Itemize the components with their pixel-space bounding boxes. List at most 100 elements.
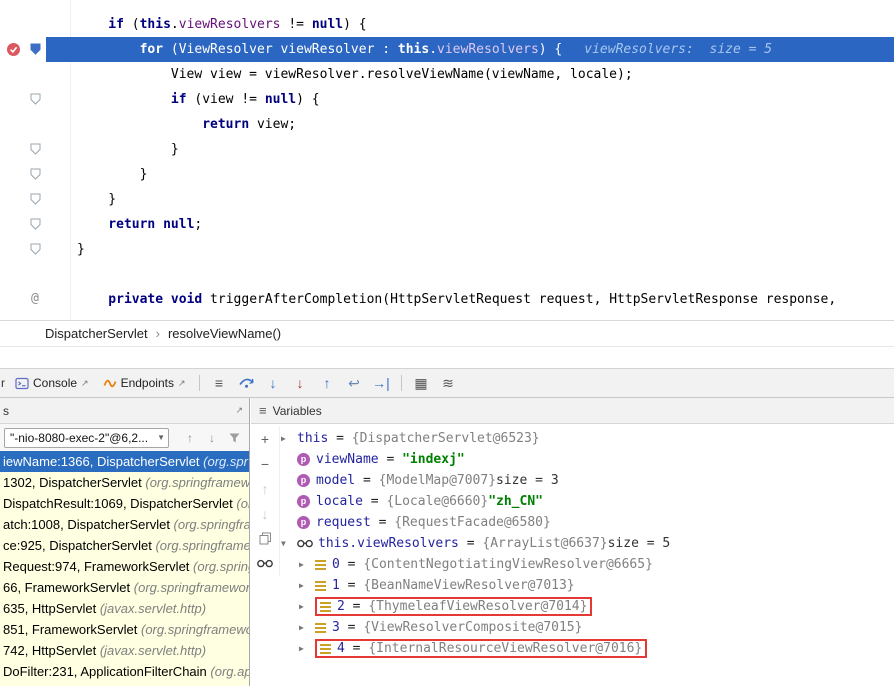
restore-layout-icon[interactable]: ≡ <box>206 369 233 397</box>
frame-row[interactable]: DispatchResult:1069, DispatcherServlet (… <box>0 493 249 514</box>
frame-nav-icons: ↑↓ <box>179 428 245 448</box>
mute-breakpoints-icon[interactable]: ≋ <box>435 369 462 397</box>
list-element-icon <box>315 560 326 570</box>
add-watch-icon[interactable]: + <box>251 426 279 451</box>
variable-string-value: "indexj" <box>402 452 465 467</box>
step-over-icon[interactable] <box>233 369 260 397</box>
code-line[interactable]: if (view != null) { <box>0 87 894 112</box>
clipped-tab-text: r <box>1 376 5 390</box>
clipped-panel-text: s <box>3 404 9 418</box>
equals-sign: = <box>355 473 378 488</box>
variable-row[interactable]: ▼this.viewResolvers = {ArrayList@6637} s… <box>281 533 894 554</box>
equals-sign: = <box>459 536 482 551</box>
remove-watch-icon[interactable]: − <box>251 451 279 476</box>
code-line[interactable]: return view; <box>0 112 894 137</box>
code-line[interactable]: } <box>0 237 894 262</box>
code-line[interactable]: View view = viewResolver.resolveViewName… <box>0 62 894 87</box>
variable-row[interactable]: prequest = {RequestFacade@6580} <box>281 512 894 533</box>
variable-row[interactable]: ▶this = {DispatcherServlet@6523} <box>281 428 894 449</box>
previous-frame-icon[interactable]: ↑ <box>179 428 201 448</box>
watch-glasses-icon <box>297 539 313 548</box>
variable-name: 1 <box>332 578 340 593</box>
next-frame-icon[interactable]: ↓ <box>201 428 223 448</box>
code-line[interactable]: } <box>0 162 894 187</box>
frame-row[interactable]: 1302, DispatcherServlet (org.springframe… <box>0 472 249 493</box>
step-out-icon[interactable]: ↑ <box>314 369 341 397</box>
parameter-icon: p <box>297 474 310 487</box>
ide-window: @ if (this.viewResolvers != null) {for (… <box>0 0 894 686</box>
frame-row[interactable]: atch:1008, DispatcherServlet (org.spring… <box>0 514 249 535</box>
code-line[interactable]: for (ViewResolver viewResolver : this.vi… <box>0 37 894 62</box>
frame-row[interactable]: 742, HttpServlet (javax.servlet.http) <box>0 640 249 661</box>
debug-toolbar: r Console↗Endpoints↗ ≡↓↓↑↩→|▦≋ <box>0 368 894 398</box>
code-line[interactable]: } <box>0 137 894 162</box>
list-element-icon <box>320 644 331 654</box>
variable-row[interactable]: ▶2 = {ThymeleafViewResolver@7014} <box>299 596 894 617</box>
breadcrumb-item[interactable]: resolveViewName() <box>168 326 281 341</box>
equals-sign: = <box>345 599 368 614</box>
copy-value-icon[interactable] <box>251 526 279 551</box>
chevron-right-icon[interactable]: ▶ <box>299 644 315 653</box>
frame-row[interactable]: Request:974, FrameworkServlet (org.sprin… <box>0 556 249 577</box>
frame-row[interactable]: 635, HttpServlet (javax.servlet.http) <box>0 598 249 619</box>
highlight-annotation-box: 4 = {InternalResourceViewResolver@7016} <box>315 639 647 658</box>
variable-name: 4 <box>337 641 345 656</box>
toolbar-icons: ≡↓↓↑↩→|▦≋ <box>206 369 462 397</box>
variable-row[interactable]: ▶3 = {ViewResolverComposite@7015} <box>299 617 894 638</box>
move-up-icon[interactable]: ↑ <box>251 476 279 501</box>
panel-jump-icon[interactable]: ↗ <box>235 405 243 416</box>
code-line[interactable] <box>0 262 894 287</box>
variables-panel: ≡ Variables +−↑↓ ▶this = {DispatcherServ… <box>251 398 894 686</box>
frames-list: iewName:1366, DispatcherServlet (org.spr… <box>0 451 249 686</box>
force-step-into-icon[interactable]: ↓ <box>287 369 314 397</box>
equals-sign: = <box>379 452 402 467</box>
view-breakpoints-icon[interactable]: ▦ <box>408 369 435 397</box>
frame-row[interactable]: ce:925, DispatcherServlet (org.springfra… <box>0 535 249 556</box>
variable-value: {BeanNameViewResolver@7013} <box>363 578 574 593</box>
parameter-icon: p <box>297 453 310 466</box>
variable-row[interactable]: plocale = {Locale@6660} "zh_CN" <box>281 491 894 512</box>
drop-frame-icon[interactable]: ↩ <box>341 369 368 397</box>
tab-console[interactable]: Console↗ <box>8 376 96 390</box>
frame-row[interactable]: DoFilter:231, ApplicationFilterChain (or… <box>0 661 249 682</box>
code-line[interactable]: private void triggerAfterCompletion(Http… <box>0 287 894 312</box>
size-hint: size = 3 <box>496 473 559 488</box>
variable-row[interactable]: pviewName = "indexj" <box>281 449 894 470</box>
step-into-icon[interactable]: ↓ <box>260 369 287 397</box>
chevron-right-icon[interactable]: ▶ <box>299 560 315 569</box>
tab-endpoints[interactable]: Endpoints↗ <box>96 376 193 390</box>
editor[interactable]: @ if (this.viewResolvers != null) {for (… <box>0 0 894 320</box>
frame-row[interactable]: 851, FrameworkServlet (org.springframewo <box>0 619 249 640</box>
code-line[interactable]: } <box>0 187 894 212</box>
variable-row[interactable]: pmodel = {ModelMap@7007} size = 3 <box>281 470 894 491</box>
move-down-icon[interactable]: ↓ <box>251 501 279 526</box>
chevron-right-icon[interactable]: ▶ <box>299 623 315 632</box>
frame-row[interactable]: iewName:1366, DispatcherServlet (org.spr <box>0 451 249 472</box>
chevron-right-icon[interactable]: ▶ <box>281 434 297 443</box>
thread-selector-value: "-nio-8080-exec-2"@6,2... <box>10 431 148 445</box>
equals-sign: = <box>345 641 368 656</box>
variable-value: {RequestFacade@6580} <box>394 515 551 530</box>
thread-selector[interactable]: "-nio-8080-exec-2"@6,2... ▼ <box>4 428 169 448</box>
variable-name: model <box>316 473 355 488</box>
variable-row[interactable]: ▶0 = {ContentNegotiatingViewResolver@666… <box>299 554 894 575</box>
debug-bottom-area: s ↗ "-nio-8080-exec-2"@6,2... ▼ ↑↓ iewNa… <box>0 398 894 686</box>
filter-frames-icon[interactable] <box>223 432 245 444</box>
variables-header: ≡ Variables <box>251 398 894 424</box>
variable-row[interactable]: ▶1 = {BeanNameViewResolver@7013} <box>299 575 894 596</box>
variables-menu-icon[interactable]: ≡ <box>259 403 267 418</box>
run-to-cursor-icon[interactable]: →| <box>368 369 395 397</box>
code-line[interactable]: if (this.viewResolvers != null) { <box>0 12 894 37</box>
inline-watches-icon[interactable] <box>251 551 279 576</box>
frame-row[interactable]: 66, FrameworkServlet (org.springframewor <box>0 577 249 598</box>
code-line[interactable]: return null; <box>0 212 894 237</box>
variable-name: this.viewResolvers <box>318 536 459 551</box>
variable-string-value: "zh_CN" <box>488 494 543 509</box>
chevron-down-icon[interactable]: ▼ <box>281 539 297 548</box>
chevron-right-icon[interactable]: ▶ <box>299 602 315 611</box>
list-element-icon <box>315 581 326 591</box>
breadcrumb-item[interactable]: DispatcherServlet <box>45 326 148 341</box>
list-element-icon <box>315 623 326 633</box>
variable-row[interactable]: ▶4 = {InternalResourceViewResolver@7016} <box>299 638 894 659</box>
chevron-right-icon[interactable]: ▶ <box>299 581 315 590</box>
